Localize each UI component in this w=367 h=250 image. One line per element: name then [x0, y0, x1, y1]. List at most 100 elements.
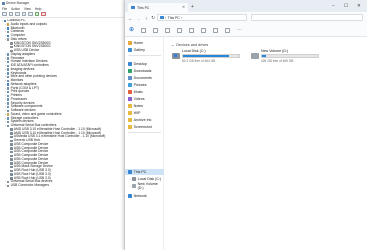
- device-icon: [6, 60, 10, 64]
- device-icon: [6, 23, 10, 26]
- chevron-right-icon[interactable]: ›: [126, 171, 127, 174]
- close-window-icon[interactable]: ✕: [357, 3, 361, 9]
- device-icon: [6, 184, 10, 188]
- sidebar-item[interactable]: Documents: [125, 75, 164, 81]
- sidebar-item-label: Home: [133, 41, 144, 45]
- properties-icon[interactable]: [15, 11, 20, 17]
- paste-icon[interactable]: [165, 27, 170, 33]
- view-icon[interactable]: [225, 27, 230, 33]
- refresh-icon[interactable]: ↻: [151, 15, 155, 21]
- uninstall-device-icon[interactable]: [41, 11, 46, 17]
- pc-icon: [128, 170, 132, 174]
- scan-hardware-icon[interactable]: [28, 11, 33, 17]
- copy-icon[interactable]: [153, 27, 158, 33]
- device-icon: [6, 72, 10, 75]
- home-icon: [128, 41, 132, 45]
- sort-icon[interactable]: [213, 27, 218, 33]
- device-icon: [6, 109, 10, 113]
- search-input[interactable]: [251, 14, 363, 21]
- sidebar-item[interactable]: › New Volume (D:): [125, 182, 164, 190]
- chevron-right-icon[interactable]: ›: [126, 195, 127, 198]
- sidebar-item[interactable]: Pictures: [125, 82, 164, 88]
- sidebar-item[interactable]: Desktop: [125, 61, 164, 67]
- pc-icon: [160, 16, 164, 19]
- device-tree: ⌄ Contoso-PC › Audio inputs and outputs › Blu…: [0, 19, 126, 250]
- more-options-icon[interactable]: …: [237, 26, 242, 33]
- share-icon[interactable]: [189, 27, 194, 33]
- windows-drive-icon: [172, 53, 180, 59]
- drive-tile[interactable]: New Volume (D:) 426 GB free of 465 GB: [251, 49, 321, 67]
- device-icon: [6, 124, 10, 128]
- navigation-pane: Home Gallery Desktop Downloads Documents Pict…: [125, 37, 164, 250]
- drive-tile[interactable]: Local Disk (C:) 82.3 GB free of 464 GB: [172, 49, 242, 67]
- sidebar-item[interactable]: Downloads: [125, 68, 164, 74]
- device-manager-toolbar: [0, 11, 126, 18]
- file-explorer-window: This PC ✕ + – ☐ ✕ ← → ↑ ↻ › This PC › ⊕ …: [124, 0, 367, 250]
- drive-usage-fill: [183, 55, 229, 57]
- sidebar-item[interactable]: › This PC: [125, 169, 164, 175]
- device-icon: [6, 68, 10, 71]
- sidebar-item[interactable]: › Network: [125, 193, 164, 199]
- tab-this-pc[interactable]: This PC ✕: [128, 3, 188, 12]
- forward-icon[interactable]: [8, 11, 13, 17]
- sidebar-item-label: Gallery: [133, 48, 145, 52]
- sidebar-item-label: Music: [133, 90, 143, 94]
- menu-view[interactable]: View: [24, 7, 31, 11]
- minimize-icon[interactable]: –: [332, 3, 335, 8]
- sidebar-item-label: Pictures: [133, 83, 147, 87]
- device-icon: [6, 30, 10, 34]
- device-manager-icon: [2, 1, 5, 5]
- back-icon[interactable]: ←: [128, 16, 133, 21]
- network-icon: [128, 194, 132, 198]
- up-icon[interactable]: ↑: [145, 16, 147, 21]
- device-tree-item[interactable]: › USB Connector Managers: [0, 183, 126, 188]
- device-icon: [6, 64, 10, 68]
- chevron-right-icon[interactable]: ›: [130, 185, 131, 188]
- rename-icon[interactable]: [177, 27, 182, 33]
- forward-icon[interactable]: →: [137, 16, 142, 21]
- sidebar-item[interactable]: Home: [125, 40, 164, 46]
- new-item-icon[interactable]: ⊕: [129, 27, 134, 33]
- update-driver-icon[interactable]: [34, 11, 39, 17]
- device-icon: [6, 94, 10, 98]
- close-tab-icon[interactable]: ✕: [182, 5, 185, 9]
- sidebar-item[interactable]: WIP: [125, 110, 164, 116]
- device-icon: [9, 132, 13, 135]
- breadcrumb-chevron-icon: ›: [181, 15, 183, 20]
- device-icon: [6, 83, 10, 86]
- menu-file[interactable]: File: [2, 7, 7, 11]
- folder-icon: [128, 104, 132, 108]
- sidebar-item[interactable]: Music: [125, 89, 164, 95]
- device-icon: [9, 42, 13, 45]
- sidebar-item[interactable]: Notes: [125, 103, 164, 109]
- device-icon: [6, 87, 10, 90]
- maximize-icon[interactable]: ☐: [344, 3, 348, 9]
- breadcrumb-this-pc[interactable]: This PC: [168, 16, 180, 20]
- sidebar-item-label: New Volume (D:): [137, 182, 158, 190]
- device-icon: [6, 57, 10, 60]
- device-icon: [6, 117, 10, 120]
- cut-icon[interactable]: [141, 27, 146, 33]
- documents-icon: [128, 76, 132, 80]
- downloads-icon: [128, 69, 132, 73]
- device-icon: [6, 120, 10, 124]
- device-icon: [6, 79, 10, 83]
- delete-icon[interactable]: [201, 27, 206, 33]
- menu-action[interactable]: Action: [11, 7, 20, 11]
- sidebar-item[interactable]: Videos: [125, 96, 164, 102]
- menu-help[interactable]: Help: [35, 7, 42, 11]
- device-icon: [6, 38, 10, 41]
- sidebar-item-label: This PC: [133, 170, 147, 174]
- new-tab-icon[interactable]: +: [191, 4, 194, 10]
- folder-icon: [128, 118, 132, 122]
- help-icon[interactable]: [21, 11, 26, 17]
- chevron-right-icon[interactable]: ›: [130, 178, 131, 181]
- pc-icon: [131, 6, 135, 9]
- back-icon[interactable]: [2, 11, 7, 17]
- device-icon: [6, 75, 10, 79]
- group-header[interactable]: ⌄ Devices and drives: [171, 42, 208, 48]
- sidebar-item[interactable]: Archive etc: [125, 117, 164, 123]
- sidebar-item[interactable]: Gallery: [125, 47, 164, 53]
- sidebar-item[interactable]: Screenshot: [125, 124, 164, 130]
- address-bar[interactable]: › This PC ›: [157, 14, 247, 21]
